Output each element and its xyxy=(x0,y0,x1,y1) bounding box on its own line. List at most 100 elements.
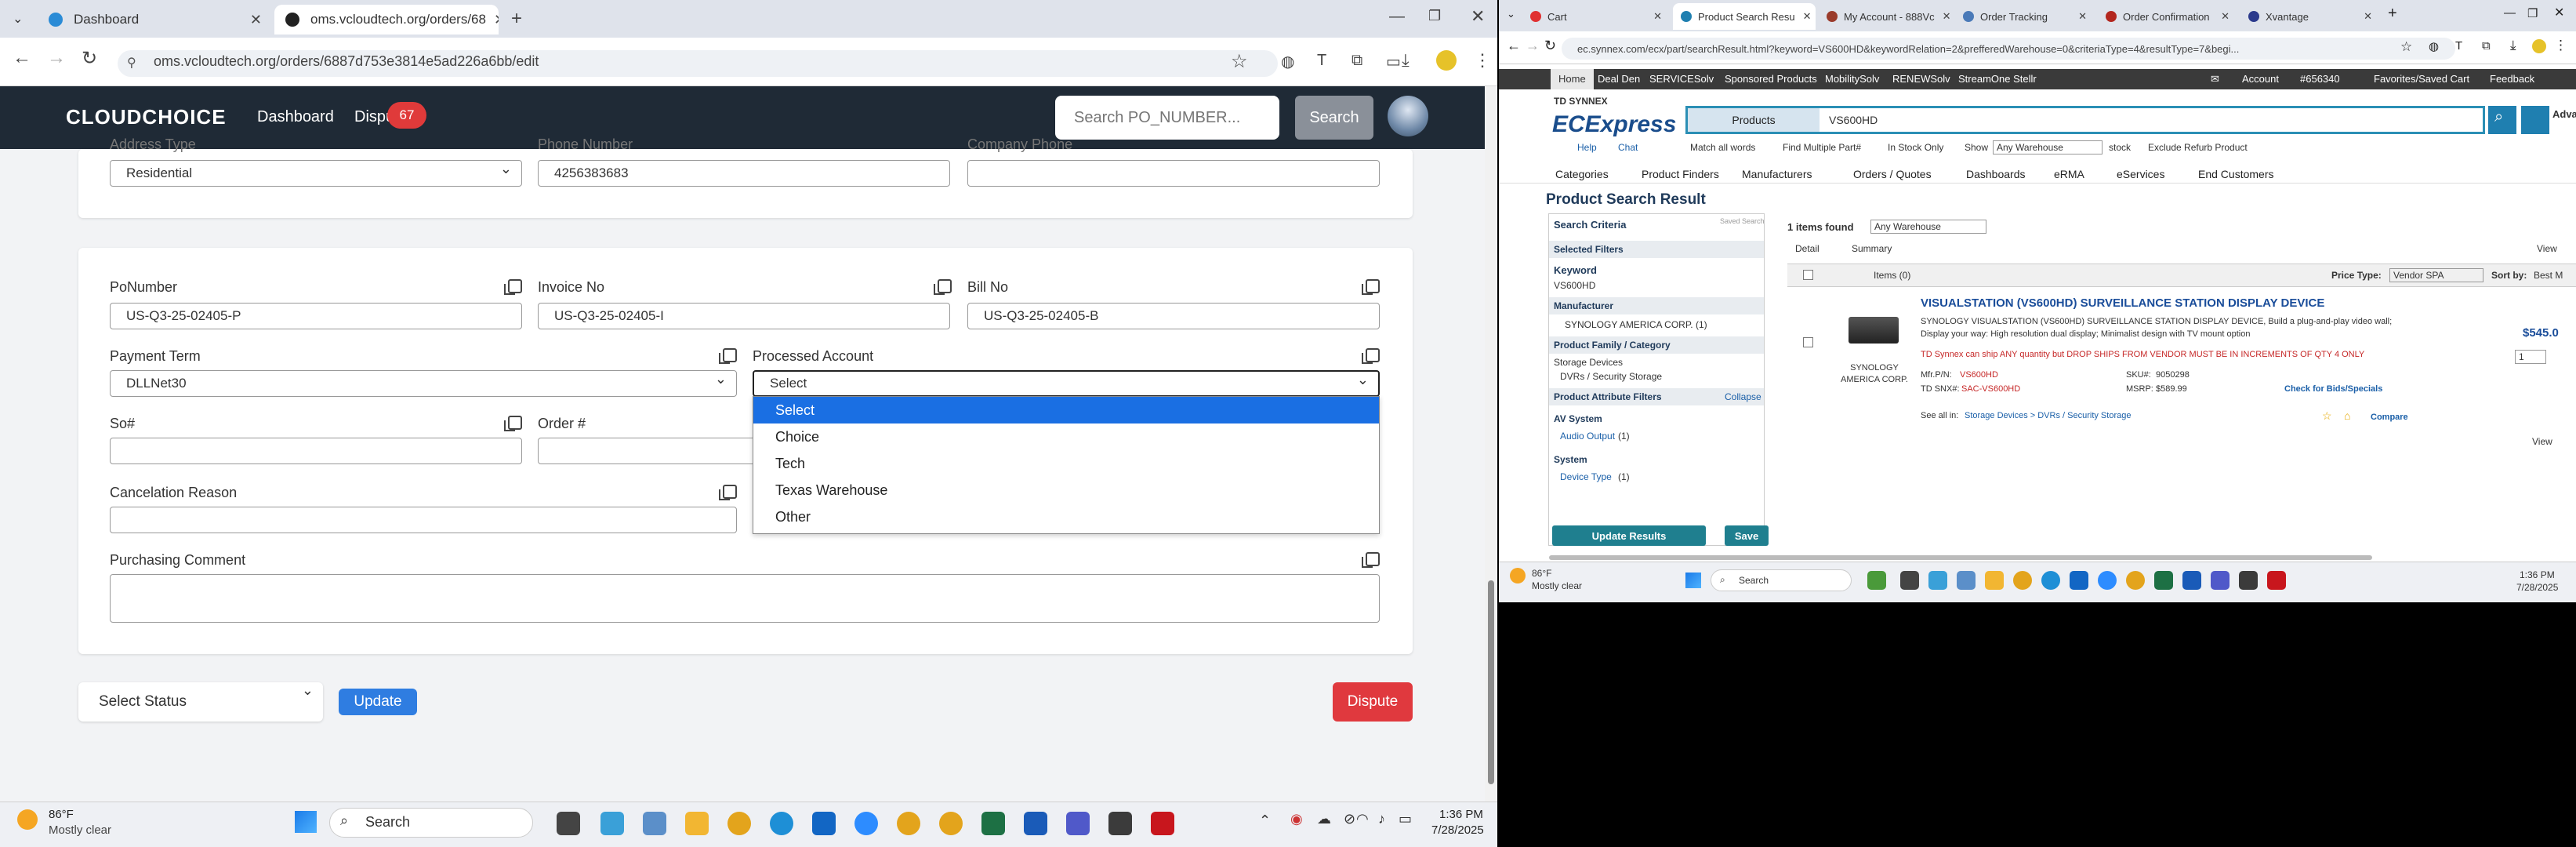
tray-icon[interactable]: ⊘ xyxy=(1344,811,1355,827)
app-icon[interactable] xyxy=(1928,571,1947,590)
extension-icon[interactable]: ◍ xyxy=(2429,39,2439,53)
price-type-select[interactable]: Vendor SPA xyxy=(2389,268,2483,282)
tab-my-account[interactable]: My Account - 888Vc ✕ xyxy=(1819,3,1952,30)
menu-manufacturers[interactable]: Manufacturers xyxy=(1742,168,1812,180)
product-checkbox[interactable] xyxy=(1803,337,1813,347)
back-icon[interactable]: ← xyxy=(1507,38,1521,54)
tab-dashboard[interactable]: Dashboard ✕ xyxy=(38,5,273,35)
bids-specials-link[interactable]: Check for Bids/Specials xyxy=(2284,384,2382,394)
forward-icon[interactable]: → xyxy=(47,47,66,69)
find-multiple-radio[interactable]: Find Multiple Part# xyxy=(1783,142,1861,153)
extension-icon[interactable]: ◍ xyxy=(1281,52,1294,71)
advanced-search-link[interactable]: Advanced Search xyxy=(2552,108,2576,120)
word-icon[interactable] xyxy=(2182,571,2201,590)
translate-icon[interactable]: T xyxy=(2455,39,2462,53)
collapse-link[interactable]: Collapse xyxy=(1725,391,1761,402)
copy-icon[interactable] xyxy=(1362,552,1380,568)
see-all-link[interactable]: Storage Devices > DVRs / Security Storag… xyxy=(1965,411,2131,420)
close-icon[interactable]: ✕ xyxy=(2070,10,2087,23)
tab-order-tracking[interactable]: Order Tracking ✕ xyxy=(1955,3,2095,30)
nav-renewsolv[interactable]: RENEWSolv xyxy=(1892,73,1950,85)
app-icon[interactable] xyxy=(1108,812,1132,835)
taskbar-search[interactable] xyxy=(1711,569,1852,591)
star-icon[interactable]: ☆ xyxy=(2400,39,2412,55)
device-type-filter[interactable]: Device Type xyxy=(1560,471,1612,482)
menu-orders-quotes[interactable]: Orders / Quotes xyxy=(1853,168,1932,180)
close-window-icon[interactable]: ✕ xyxy=(1471,6,1485,27)
help-link[interactable]: Help xyxy=(1577,142,1597,153)
clock-date[interactable]: 7/28/2025 xyxy=(2516,582,2558,593)
minimize-icon[interactable]: — xyxy=(2504,6,2516,20)
nav-favorites[interactable]: Favorites/Saved Cart xyxy=(2374,73,2469,85)
acrobat-icon[interactable] xyxy=(1151,812,1174,835)
copy-icon[interactable] xyxy=(1362,348,1380,364)
tray-icon[interactable]: ◉ xyxy=(1290,811,1303,827)
close-icon[interactable]: ✕ xyxy=(242,12,262,28)
word-icon[interactable] xyxy=(1024,812,1047,835)
chat-link[interactable]: Chat xyxy=(1618,142,1638,153)
audio-output-filter[interactable]: Audio Output xyxy=(1560,431,1615,442)
reload-icon[interactable]: ↻ xyxy=(82,47,97,70)
menu-dashboards[interactable]: Dashboards xyxy=(1966,168,2026,180)
acrobat-icon[interactable] xyxy=(2267,571,2286,590)
mail-icon[interactable]: ✉ xyxy=(2211,73,2219,85)
nav-dashboard[interactable]: Dashboard xyxy=(257,108,334,126)
copy-icon[interactable] xyxy=(504,416,522,431)
family-dvrs[interactable]: DVRs / Security Storage xyxy=(1560,371,1662,382)
horizontal-scrollbar[interactable] xyxy=(1549,555,2372,560)
bill-no-input[interactable]: US-Q3-25-02405-B xyxy=(967,303,1380,329)
option-texas-warehouse[interactable]: Texas Warehouse xyxy=(753,477,1379,503)
purchasing-comment-textarea[interactable] xyxy=(110,574,1380,623)
nav-servicesolv[interactable]: SERVICESolv xyxy=(1649,73,1714,85)
translate-icon[interactable]: T xyxy=(1317,52,1326,70)
copy-icon[interactable] xyxy=(1362,279,1380,295)
puzzle-icon[interactable]: ⧉ xyxy=(1351,52,1362,70)
new-tab-icon[interactable]: + xyxy=(511,8,522,30)
close-icon[interactable]: ✕ xyxy=(2356,10,2372,23)
product-image[interactable] xyxy=(1849,317,1899,344)
sidebar-icon[interactable]: ▭ xyxy=(1386,52,1401,71)
weather-icon[interactable] xyxy=(17,809,38,830)
teams-icon[interactable] xyxy=(2211,571,2230,590)
av-system-header[interactable]: AV System xyxy=(1554,413,1602,424)
match-all-radio[interactable]: Match all words xyxy=(1690,142,1755,153)
tab-list-icon[interactable]: ⌄ xyxy=(13,11,23,27)
app-icon[interactable] xyxy=(2239,571,2258,590)
nav-home[interactable]: Home xyxy=(1551,69,1594,89)
summary-toggle[interactable]: Summary xyxy=(1852,243,1892,254)
manufacturer-filter[interactable]: SYNOLOGY AMERICA CORP. (1) xyxy=(1565,319,1707,330)
nav-account[interactable]: Account xyxy=(2242,73,2279,85)
td-synnex-logo[interactable]: TD SYNNEX xyxy=(1554,96,1608,107)
family-header[interactable]: Product Family / Category xyxy=(1549,336,1764,354)
site-info-icon[interactable]: ⚲ xyxy=(127,55,136,71)
edge-icon[interactable] xyxy=(770,812,793,835)
quantity-input[interactable]: 1 xyxy=(2515,350,2546,364)
warehouse-select[interactable]: Any Warehouse xyxy=(1993,140,2103,154)
tray-icon[interactable]: ☁ xyxy=(1317,811,1331,827)
manufacturer-header[interactable]: Manufacturer xyxy=(1549,297,1764,314)
tab-cart[interactable]: Cart ✕ xyxy=(1522,3,1670,30)
zoom-icon[interactable] xyxy=(2098,571,2117,590)
copy-icon[interactable] xyxy=(719,485,737,500)
exclude-refurb-checkbox[interactable]: Exclude Refurb Product xyxy=(2148,142,2248,153)
reload-icon[interactable]: ↻ xyxy=(1544,38,1556,54)
new-tab-icon[interactable]: + xyxy=(2388,5,2397,23)
teams-icon[interactable] xyxy=(1066,812,1090,835)
tab-order-confirmation[interactable]: Order Confirmation ✕ xyxy=(2098,3,2237,30)
task-view-icon[interactable] xyxy=(557,812,580,835)
app-icon[interactable] xyxy=(1867,571,1886,590)
url-text[interactable]: oms.vcloudtech.org/orders/6887d753e3814e… xyxy=(154,53,539,70)
clock-time[interactable]: 1:36 PM xyxy=(1439,808,1483,821)
nav-streamone[interactable]: StreamOne Stellr xyxy=(1958,73,2037,85)
excel-icon[interactable] xyxy=(2154,571,2173,590)
close-window-icon[interactable]: ✕ xyxy=(2554,5,2564,20)
outlook-icon[interactable] xyxy=(2070,571,2088,590)
close-icon[interactable]: ✕ xyxy=(486,12,499,28)
chrome-icon[interactable] xyxy=(2013,571,2032,590)
volume-icon[interactable]: ♪ xyxy=(1378,811,1385,827)
search-button[interactable]: Search xyxy=(1295,96,1373,140)
option-select[interactable]: Select xyxy=(753,397,1379,424)
close-icon[interactable]: ✕ xyxy=(2213,10,2230,23)
phone-input[interactable]: 4256383683 xyxy=(538,160,950,187)
nav-sponsored[interactable]: Sponsored Products xyxy=(1725,73,1817,85)
